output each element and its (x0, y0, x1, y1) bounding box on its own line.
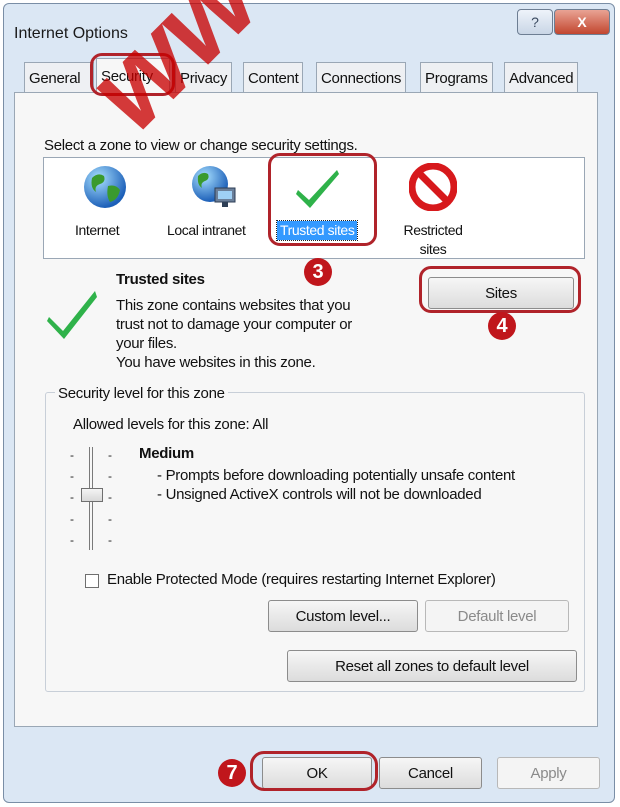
step-4-badge: 4 (488, 312, 516, 340)
zone-info-line2: trust not to damage your computer or (116, 316, 352, 333)
cancel-button[interactable]: Cancel (379, 757, 482, 789)
tab-advanced[interactable]: Advanced (504, 62, 579, 93)
tab-general-label: General (29, 69, 81, 87)
slider-tick: - (108, 512, 112, 526)
security-tab-highlight (90, 53, 175, 96)
tab-content[interactable]: Content (243, 62, 304, 93)
protected-mode-checkbox[interactable] (85, 574, 99, 588)
close-button[interactable]: X (554, 9, 610, 35)
slider-tick: - (70, 512, 74, 526)
zone-local-intranet-label: Local intranet (167, 222, 246, 238)
window-title: Internet Options (14, 25, 128, 42)
allowed-levels-label: Allowed levels for this zone: All (73, 416, 269, 433)
slider-tick: - (108, 533, 112, 547)
slider-tick: - (108, 448, 112, 462)
step-3-badge: 3 (304, 258, 332, 286)
protected-mode-label: Enable Protected Mode (requires restarti… (107, 571, 496, 588)
globe-icon (84, 166, 126, 208)
network-globe-icon (192, 166, 236, 207)
zone-info-line3: your files. (116, 335, 177, 352)
slider-tick: - (108, 469, 112, 483)
zone-internet-label: Internet (75, 222, 120, 238)
tab-programs[interactable]: Programs (420, 62, 493, 93)
sites-button-highlight (419, 266, 581, 313)
security-bullet-1: - Prompts before downloading potentially… (157, 467, 515, 484)
slider-tick: - (70, 490, 74, 504)
apply-button[interactable]: Apply (497, 757, 600, 789)
tab-content-label: Content (248, 69, 299, 87)
red-prohibited-icon (409, 163, 457, 211)
tab-connections[interactable]: Connections (316, 62, 407, 93)
zone-info-title: Trusted sites (116, 271, 205, 288)
reset-all-zones-button[interactable]: Reset all zones to default level (287, 650, 577, 682)
tab-privacy[interactable]: Privacy (175, 62, 233, 93)
tab-advanced-label: Advanced (509, 69, 574, 87)
security-level-legend: Security level for this zone (55, 385, 228, 402)
slider-tick: - (108, 490, 112, 504)
tab-connections-label: Connections (321, 69, 402, 87)
step-7-badge: 7 (218, 759, 246, 787)
zone-restricted-sites-label: Restricted sites (403, 222, 463, 257)
default-level-button[interactable]: Default level (425, 600, 569, 632)
slider-thumb[interactable] (81, 488, 103, 502)
title-bar[interactable]: Internet Options ? X (4, 4, 614, 48)
security-level-group (45, 392, 585, 692)
zone-info-line1: This zone contains websites that you (116, 297, 351, 314)
tab-general[interactable]: General (24, 62, 94, 93)
trusted-sites-highlight (268, 153, 377, 246)
trusted-sites-check-icon (47, 291, 97, 339)
tab-programs-label: Programs (425, 69, 488, 87)
zone-prompt: Select a zone to view or change security… (44, 137, 358, 154)
ok-button-highlight (250, 751, 378, 791)
security-bullet-2: - Unsigned ActiveX controls will not be … (157, 486, 482, 503)
slider-tick: - (70, 448, 74, 462)
slider-tick: - (70, 469, 74, 483)
help-button[interactable]: ? (517, 9, 553, 35)
custom-level-button[interactable]: Custom level... (268, 600, 418, 632)
security-level-name: Medium (139, 445, 194, 462)
zone-info-line4: You have websites in this zone. (116, 354, 316, 371)
slider-tick: - (70, 533, 74, 547)
tab-privacy-label: Privacy (180, 69, 228, 87)
